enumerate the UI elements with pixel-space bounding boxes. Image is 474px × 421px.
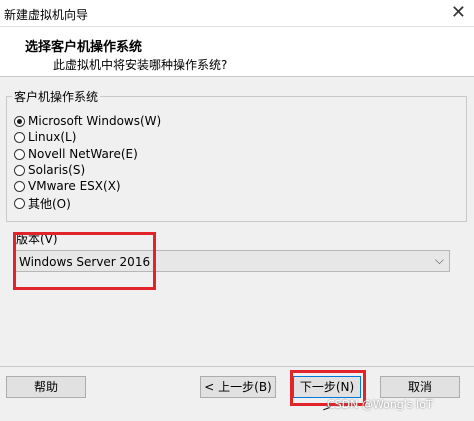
cancel-button[interactable]: 取消 (380, 376, 460, 398)
help-button[interactable]: 帮助 (6, 376, 86, 398)
chevron-down-icon[interactable]: ⌵ (435, 253, 444, 268)
radio-netware[interactable]: Novell NetWare(E) (14, 146, 138, 162)
back-button[interactable]: < 上一步(B) (200, 376, 276, 398)
radio-unselected-icon[interactable] (14, 131, 25, 143)
radio-label: VMware ESX(X) (28, 179, 121, 193)
footer-divider (0, 366, 474, 367)
radio-selected-icon[interactable] (14, 115, 25, 127)
os-group-label: 客户机操作系统 (12, 88, 101, 105)
radio-other[interactable]: 其他(O) (14, 195, 71, 211)
radio-label: 其他(O) (28, 196, 71, 211)
page-subtitle: 此虚拟机中将安装哪种操作系统? (53, 58, 228, 72)
radio-unselected-icon[interactable] (14, 148, 25, 160)
radio-label: Linux(L) (28, 130, 77, 144)
window-title: 新建虚拟机向导 (4, 8, 89, 22)
radio-unselected-icon[interactable] (14, 197, 25, 209)
close-icon[interactable]: ✕ (451, 0, 466, 26)
radio-label: Solaris(S) (28, 163, 86, 177)
radio-label: Microsoft Windows(W) (28, 114, 162, 128)
highlight-box-version (13, 232, 156, 290)
radio-solaris[interactable]: Solaris(S) (14, 162, 85, 178)
radio-label: Novell NetWare(E) (28, 147, 138, 161)
watermark-text: CSDN @Wong's IoT (327, 398, 433, 411)
wizard-header: 选择客户机操作系统 此虚拟机中将安装哪种操作系统? (0, 27, 474, 77)
radio-unselected-icon[interactable] (14, 164, 25, 176)
radio-linux[interactable]: Linux(L) (14, 129, 76, 145)
radio-vmware-esx[interactable]: VMware ESX(X) (14, 178, 121, 194)
title-bar: 新建虚拟机向导 ✕ (0, 0, 474, 27)
radio-windows[interactable]: Microsoft Windows(W) (14, 113, 161, 129)
radio-unselected-icon[interactable] (14, 180, 25, 192)
page-title: 选择客户机操作系统 (25, 40, 143, 55)
